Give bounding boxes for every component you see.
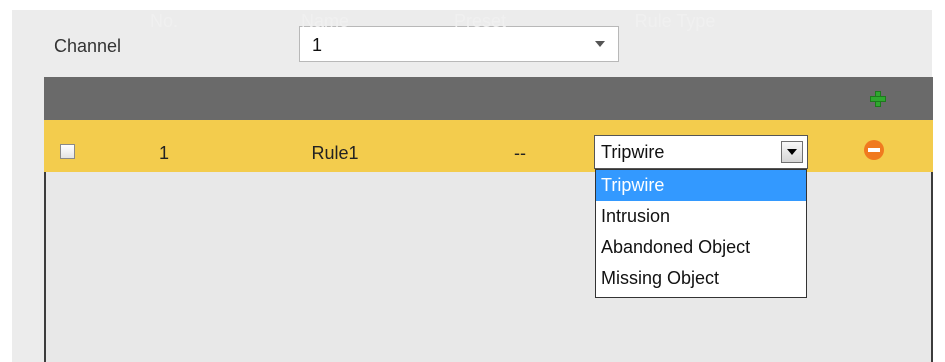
row-name: Rule1 bbox=[311, 143, 359, 163]
channel-label: Channel bbox=[54, 36, 122, 56]
header-rule-type: Rule Type bbox=[634, 11, 716, 31]
dropdown-option-intrusion[interactable]: Intrusion bbox=[596, 201, 806, 232]
row-no: 1 bbox=[158, 143, 169, 163]
row-checkbox[interactable] bbox=[60, 144, 75, 159]
channel-select-value: 1 bbox=[312, 35, 323, 55]
header-no: No. bbox=[149, 11, 178, 31]
add-rule-icon[interactable] bbox=[870, 91, 886, 107]
chevron-down-icon[interactable] bbox=[781, 141, 803, 163]
table-header bbox=[44, 77, 933, 120]
delete-rule-icon[interactable] bbox=[864, 140, 884, 160]
dropdown-option-missing-object[interactable]: Missing Object bbox=[596, 263, 806, 294]
rule-type-select-value: Tripwire bbox=[601, 142, 665, 162]
dropdown-option-abandoned-object[interactable]: Abandoned Object bbox=[596, 232, 806, 263]
header-name: Name bbox=[300, 11, 349, 31]
row-preset: -- bbox=[514, 143, 526, 163]
rule-type-dropdown: Tripwire Intrusion Abandoned Object Miss… bbox=[595, 169, 807, 298]
rule-type-select[interactable]: Tripwire bbox=[594, 135, 808, 169]
header-preset: Preset bbox=[453, 11, 507, 31]
chevron-down-icon[interactable] bbox=[582, 27, 618, 61]
dropdown-option-tripwire[interactable]: Tripwire bbox=[596, 170, 806, 201]
